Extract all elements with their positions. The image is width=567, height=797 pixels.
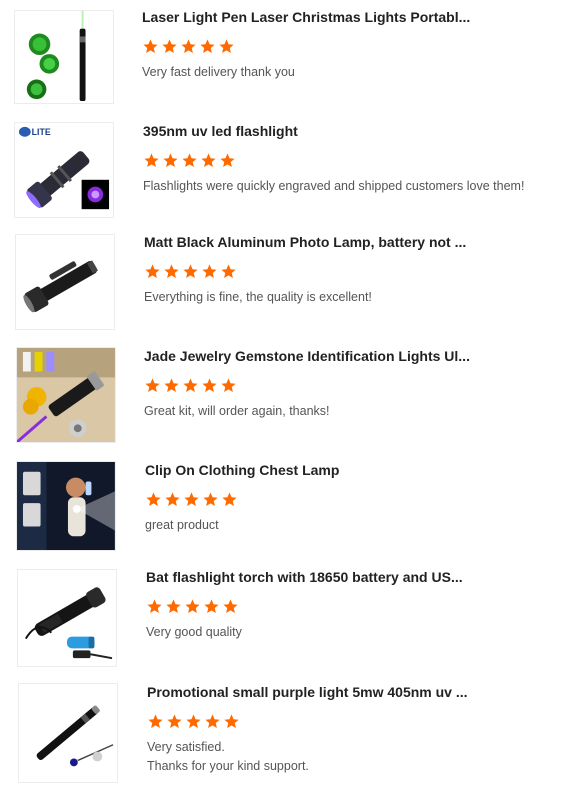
product-title-link[interactable]: Bat flashlight torch with 18650 battery … (146, 568, 486, 586)
star-icon (144, 377, 161, 394)
star-icon (202, 491, 219, 508)
star-icon (204, 713, 221, 730)
review-comment-line: Very satisfied. (147, 740, 225, 754)
star-icon (201, 263, 218, 280)
star-icon (143, 152, 160, 169)
star-rating (145, 491, 238, 509)
gemstone-light-image[interactable] (16, 347, 116, 443)
star-icon (222, 598, 239, 615)
review-comment: Great kit, will order again, thanks! (144, 404, 330, 418)
purple-laser-pen-image[interactable] (18, 683, 118, 783)
star-rating (147, 713, 240, 731)
star-icon (221, 491, 238, 508)
star-rating (144, 377, 237, 395)
product-title-link[interactable]: Clip On Clothing Chest Lamp (145, 461, 485, 479)
star-icon (185, 713, 202, 730)
star-rating (146, 598, 239, 616)
star-rating (144, 263, 237, 281)
star-icon (164, 491, 181, 508)
star-icon (200, 152, 217, 169)
star-icon (181, 152, 198, 169)
review-comment-line: Thanks for your kind support. (147, 759, 309, 773)
black-flashlight-image[interactable] (15, 234, 115, 330)
star-icon (201, 377, 218, 394)
product-title-link[interactable]: Promotional small purple light 5mw 405nm… (147, 683, 487, 701)
star-rating (143, 152, 236, 170)
review-item: Promotional small purple light 5mw 405nm… (0, 0, 567, 783)
product-title-link[interactable]: Matt Black Aluminum Photo Lamp, battery … (144, 233, 484, 251)
star-icon (144, 263, 161, 280)
star-icon (166, 713, 183, 730)
star-icon (162, 152, 179, 169)
review-comment: Everything is fine, the quality is excel… (144, 290, 372, 304)
chest-lamp-image[interactable] (16, 461, 116, 551)
star-icon (165, 598, 182, 615)
star-icon (219, 152, 236, 169)
review-comment: great product (145, 518, 219, 532)
star-icon (163, 263, 180, 280)
star-icon (203, 598, 220, 615)
star-icon (220, 263, 237, 280)
bat-flashlight-image[interactable] (17, 569, 117, 667)
star-icon (145, 491, 162, 508)
star-icon (220, 377, 237, 394)
star-icon (183, 491, 200, 508)
review-comment: Flashlights were quickly engraved and sh… (143, 179, 525, 193)
product-title-link[interactable]: 395nm uv led flashlight (143, 122, 483, 140)
product-title-link[interactable]: Jade Jewelry Gemstone Identification Lig… (144, 347, 484, 365)
star-icon (182, 377, 199, 394)
uv-flashlight-image[interactable]: LITE (14, 122, 114, 218)
star-icon (147, 713, 164, 730)
star-icon (163, 377, 180, 394)
star-icon (146, 598, 163, 615)
star-icon (223, 713, 240, 730)
brand-logo-text: LITE (32, 127, 51, 137)
review-list: Laser Light Pen Laser Christmas Lights P… (0, 0, 567, 797)
star-icon (182, 263, 199, 280)
star-icon (184, 598, 201, 615)
review-comment: Very good quality (146, 625, 242, 639)
